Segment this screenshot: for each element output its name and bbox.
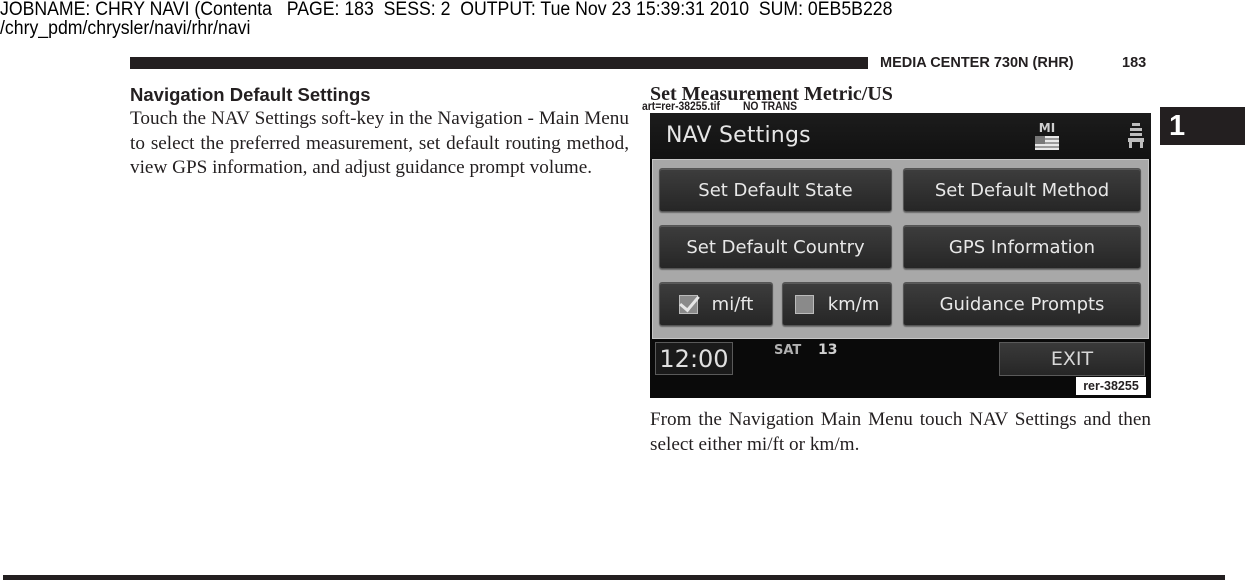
exit-button[interactable]: EXIT [999, 342, 1145, 376]
print-slug-line-1: JOBNAME: CHRY NAVI (Contenta PAGE: 183 S… [0, 0, 893, 20]
km-m-toggle[interactable]: km/m [782, 282, 892, 326]
mi-ft-toggle[interactable]: mi/ft [659, 282, 773, 326]
us-flag-icon [1035, 136, 1059, 150]
art-reference-tag: art=rer-38255.tif NO TRANS [642, 101, 798, 113]
footer-rule [3, 575, 1225, 580]
section-tab: 1 [1160, 107, 1245, 145]
print-slug-line-2: /chry_pdm/chrysler/navi/rhr/navi [0, 18, 251, 39]
figure-reference-label: rer-38255 [1076, 377, 1146, 395]
figure-caption: From the Navigation Main Menu touch NAV … [650, 408, 1151, 457]
checkbox-unchecked-icon [794, 294, 814, 314]
checkbox-checked-icon [678, 290, 700, 314]
section-heading: Navigation Default Settings [130, 84, 371, 105]
day-of-week: SAT [774, 343, 802, 358]
date-display: 13 [818, 342, 838, 358]
km-m-label: km/m [827, 293, 880, 315]
nav-settings-screen: NAV Settings MI Set Default State Set De… [650, 113, 1151, 398]
caption-text: From the Navigation Main Menu touch NAV … [650, 409, 1151, 455]
left-column: Navigation Default Settings Touch the NA… [130, 83, 629, 181]
settings-panel: Set Default State Set Default Method Set… [652, 159, 1149, 339]
mi-ft-label: mi/ft [711, 293, 754, 315]
set-default-state-button[interactable]: Set Default State [659, 168, 892, 212]
section-tab-number: 1 [1169, 110, 1186, 142]
clock-display[interactable]: 12:00 [655, 342, 733, 375]
state-indicator: MI [1033, 122, 1061, 150]
page-number: 183 [1122, 55, 1147, 71]
gps-information-button[interactable]: GPS Information [903, 225, 1141, 269]
body-paragraph: Touch the NAV Settings soft-key in the N… [130, 108, 629, 178]
running-header-title: MEDIA CENTER 730N (RHR) [880, 55, 1074, 71]
guidance-prompts-button[interactable]: Guidance Prompts [903, 282, 1141, 326]
vehicle-icon [1128, 123, 1144, 149]
screen-title: NAV Settings [666, 123, 811, 148]
screen-header: NAV Settings MI [650, 113, 1151, 159]
state-code: MI [1038, 121, 1056, 135]
header-rule [130, 57, 868, 69]
set-default-country-button[interactable]: Set Default Country [659, 225, 892, 269]
set-default-method-button[interactable]: Set Default Method [903, 168, 1141, 212]
